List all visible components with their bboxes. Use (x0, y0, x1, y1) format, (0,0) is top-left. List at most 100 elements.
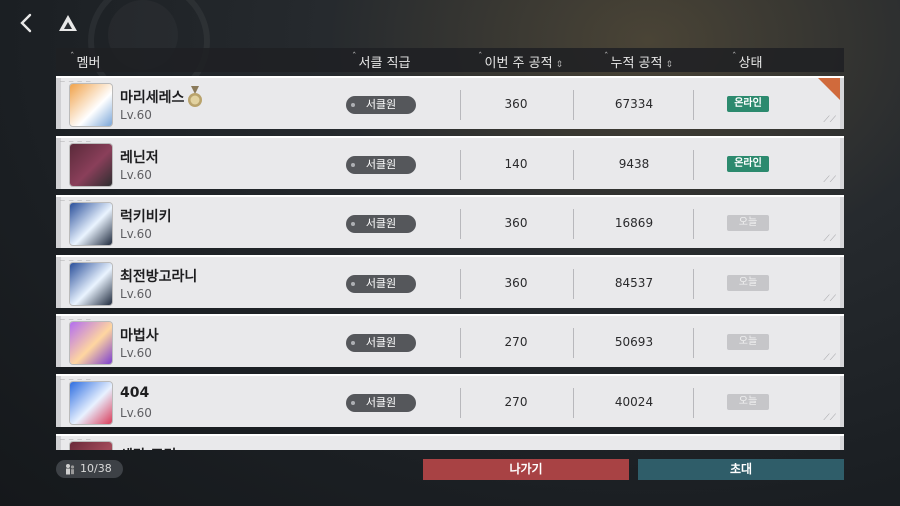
header-rank-label: 서클 직급 (358, 56, 411, 71)
member-count-text: 10/38 (80, 462, 112, 475)
rank-label: 서클원 (365, 157, 397, 171)
member-avatar[interactable] (70, 84, 112, 126)
header-status[interactable]: ˆ 상태 (732, 52, 762, 71)
status-badge: 오늘 (727, 334, 769, 351)
rank-label: 서클원 (365, 98, 397, 111)
header-weekly-label: 이번 주 공적 (484, 56, 553, 71)
weekly-merit: 360 (504, 216, 528, 231)
status-badge: 온라인 (727, 155, 769, 172)
row-decoration: ⟋⟋ (823, 293, 836, 304)
header-weekly[interactable]: ˆ 이번 주 공적 ⇕ (478, 52, 563, 71)
member-name: 최전방고라니 (120, 268, 198, 285)
weekly-merit: 140 (504, 156, 528, 171)
header-member-label: 멤버 (76, 56, 101, 71)
status-badge: 오늘 (727, 394, 769, 410)
header-total-label: 누적 공적 (610, 56, 663, 71)
column-divider (573, 209, 574, 240)
member-row[interactable]: — — — — 최전방고라니 Lv.60 서클원 360 84537 오늘 ⟋⟋ (56, 254, 844, 308)
member-avatar[interactable] (70, 203, 112, 246)
member-row[interactable]: — — — —404 Lv.60 서클원 270 40024 오늘 ⟋⟋ (56, 374, 844, 427)
header-total[interactable]: ˆ 누적 공적 ⇕ (604, 52, 673, 71)
row-decoration: ⟋⟋ (823, 413, 836, 423)
row-decoration: ⟋⟋ (823, 234, 836, 245)
rank-label: 서클원 (365, 276, 397, 290)
status-badge: 오늘 (727, 274, 769, 291)
column-divider (693, 149, 694, 180)
rank-badge: 서클원 (346, 394, 416, 412)
column-divider (693, 90, 694, 120)
total-merit: 16869 (614, 216, 654, 231)
member-count-badge: 10/38 (56, 460, 123, 478)
member-avatar[interactable] (70, 143, 112, 186)
total-merit: 40024 (614, 395, 654, 409)
header-status-label: 상태 (738, 56, 763, 71)
row-stripe (56, 256, 61, 308)
member-avatar[interactable] (70, 382, 112, 424)
weekly-merit: 360 (504, 275, 528, 290)
top-bar (0, 0, 900, 102)
rank-badge: 서클원 (346, 334, 416, 353)
column-divider (693, 388, 694, 418)
row-stripe (56, 197, 61, 249)
rank-badge: 서클원 (346, 215, 416, 234)
total-merit: 67334 (614, 97, 654, 111)
home-triangle-icon[interactable] (58, 14, 78, 32)
row-stripe (56, 137, 61, 189)
member-avatar[interactable] (70, 441, 112, 450)
member-level: Lv.60 (120, 286, 152, 301)
member-name: 404 (120, 385, 150, 401)
member-row[interactable]: — — — — 레닌저 Lv.60 서클원 140 9438 온라인 ⟋⟋ (56, 135, 844, 189)
column-divider (460, 149, 461, 180)
rank-badge: 서클원 (346, 274, 416, 293)
member-name: 마법사 (120, 328, 159, 345)
header-rank[interactable]: ˆ 서클 직급 (352, 52, 410, 71)
row-stripe (56, 376, 61, 427)
row-decoration: ⟋⟋ (823, 174, 836, 185)
member-avatar[interactable] (70, 262, 112, 305)
row-stripe (56, 316, 61, 368)
status-badge: 온라인 (727, 96, 769, 112)
rank-label: 서클원 (365, 396, 397, 409)
leave-button[interactable]: 나가기 (423, 459, 629, 480)
member-level: Lv.60 (120, 167, 152, 182)
column-divider (460, 388, 461, 418)
member-name: 럭키비키 (120, 209, 172, 226)
column-divider (460, 328, 461, 359)
member-level: Lv.60 (120, 227, 152, 242)
column-divider (573, 268, 574, 299)
column-divider (693, 268, 694, 299)
status-badge: 오늘 (727, 215, 769, 232)
header-member[interactable]: ˆ 멤버 (70, 52, 100, 71)
member-name: 세라 주리 (120, 445, 176, 450)
back-arrow-icon[interactable] (16, 12, 38, 34)
weekly-merit: 360 (504, 97, 528, 111)
column-divider (573, 328, 574, 359)
column-divider (573, 388, 574, 418)
column-divider (573, 149, 574, 180)
member-list[interactable]: — — — — 마리세레스 Lv.60 서클원 360 67334 온라인 ⟋⟋ — — — —… (56, 76, 844, 450)
total-merit: 84537 (614, 275, 654, 290)
rank-label: 서클원 (365, 217, 397, 231)
rank-label: 서클원 (365, 336, 397, 350)
member-table-header: ˆ 멤버 ˆ 서클 직급 ˆ 이번 주 공적 ⇕ ˆ 누적 공적 ⇕ ˆ 상태 (56, 48, 844, 72)
member-level: Lv.60 (120, 406, 152, 420)
member-avatar[interactable] (70, 322, 112, 365)
member-row[interactable]: — — — — 럭키비키 Lv.60 서클원 360 16869 오늘 ⟋⟋ (56, 195, 844, 249)
member-row[interactable]: — — — — 마리세레스 Lv.60 서클원 360 67334 온라인 ⟋⟋ (56, 76, 844, 129)
row-decoration: ⟋⟋ (823, 115, 836, 125)
medal-icon (188, 86, 202, 107)
column-divider (693, 328, 694, 359)
row-decoration: ⟋⟋ (823, 353, 836, 364)
rank-badge: 서클원 (346, 155, 416, 174)
member-row[interactable]: — — — —세라 주리 (56, 433, 844, 450)
total-merit: 50693 (614, 335, 654, 350)
column-divider (460, 268, 461, 299)
total-merit: 9438 (618, 156, 650, 171)
column-divider (460, 90, 461, 120)
invite-button[interactable]: 초대 (638, 459, 844, 480)
member-name: 레닌저 (120, 149, 159, 166)
weekly-merit: 270 (504, 395, 528, 409)
member-row[interactable]: — — — — 마법사 Lv.60 서클원 270 50693 오늘 ⟋⟋ (56, 314, 844, 368)
members-icon (66, 464, 75, 475)
row-stripe (56, 78, 61, 129)
